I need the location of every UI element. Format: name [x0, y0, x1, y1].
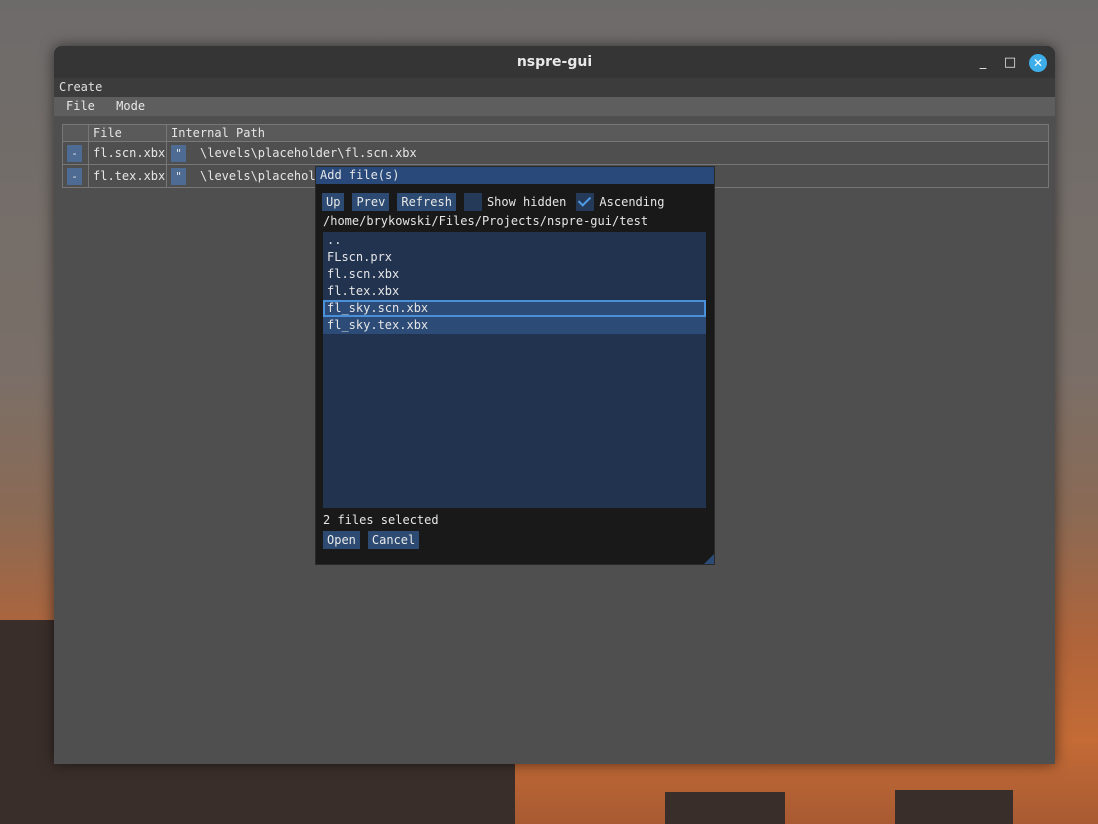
header-blank [63, 125, 88, 141]
internal-path: \levels\placeholder\fl.scn.xbx [200, 146, 417, 160]
minimize-icon[interactable]: _ [974, 54, 992, 72]
dialog-title[interactable]: Add file(s) [316, 167, 714, 184]
ascending-checkbox[interactable] [576, 193, 595, 211]
list-item[interactable]: .. [323, 232, 706, 249]
prev-button[interactable]: Prev [352, 193, 390, 211]
menu-file[interactable]: File [66, 99, 95, 113]
dialog-toolbar: Up Prev Refresh Show hidden Ascending [322, 193, 674, 211]
wallpaper-ruin-right1 [665, 792, 785, 824]
list-item-selected[interactable]: fl_sky.scn.xbx [323, 300, 706, 317]
list-item[interactable]: FLscn.prx [323, 249, 706, 266]
path-edit-button[interactable]: " [171, 144, 186, 162]
menu-mode[interactable]: Mode [116, 99, 145, 113]
wallpaper-ruin-left [0, 620, 55, 824]
list-item-selected[interactable]: fl_sky.tex.xbx [323, 317, 706, 334]
table-row: - fl.scn.xbx " \levels\placeholder\fl.scn… [63, 141, 1048, 164]
show-hidden-label: Show hidden [486, 195, 567, 209]
open-button[interactable]: Open [323, 531, 360, 549]
file-cell: fl.tex.xbx [88, 165, 166, 187]
menu-create[interactable]: Create [59, 80, 102, 94]
remove-button[interactable]: - [67, 167, 82, 185]
main-menubar: File Mode [54, 97, 1055, 116]
table-header: File Internal Path [63, 125, 1048, 141]
selection-status: 2 files selected [323, 513, 439, 527]
file-cell: fl.scn.xbx [88, 142, 166, 164]
dialog-actions: Open Cancel [323, 531, 427, 549]
up-button[interactable]: Up [322, 193, 345, 211]
internal-path: \levels\placehol [200, 169, 316, 183]
show-hidden-checkbox[interactable] [463, 193, 482, 211]
path-edit-button[interactable]: " [171, 167, 186, 185]
create-menubar: Create [54, 78, 1055, 97]
wallpaper-ruin-right2 [895, 790, 1013, 824]
header-internal-path: Internal Path [166, 125, 1048, 141]
refresh-button[interactable]: Refresh [397, 193, 456, 211]
add-files-dialog: Add file(s) Up Prev Refresh Show hidden … [315, 166, 715, 565]
cancel-button[interactable]: Cancel [367, 531, 420, 549]
resize-grip-icon[interactable] [704, 554, 714, 564]
title-bar: nspre-gui _ □ ✕ [54, 46, 1055, 78]
maximize-icon[interactable]: □ [1001, 54, 1019, 72]
current-path: /home/brykowski/Files/Projects/nspre-gui… [323, 214, 649, 228]
wallpaper-ruin-bottom [55, 764, 515, 824]
close-icon[interactable]: ✕ [1029, 54, 1047, 72]
ascending-label: Ascending [599, 195, 665, 209]
header-file: File [88, 125, 166, 141]
window-title: nspre-gui [516, 54, 593, 70]
list-item[interactable]: fl.tex.xbx [323, 283, 706, 300]
list-item[interactable]: fl.scn.xbx [323, 266, 706, 283]
file-list[interactable]: .. FLscn.prx fl.scn.xbx fl.tex.xbx fl_sk… [323, 232, 706, 508]
remove-button[interactable]: - [67, 144, 82, 162]
